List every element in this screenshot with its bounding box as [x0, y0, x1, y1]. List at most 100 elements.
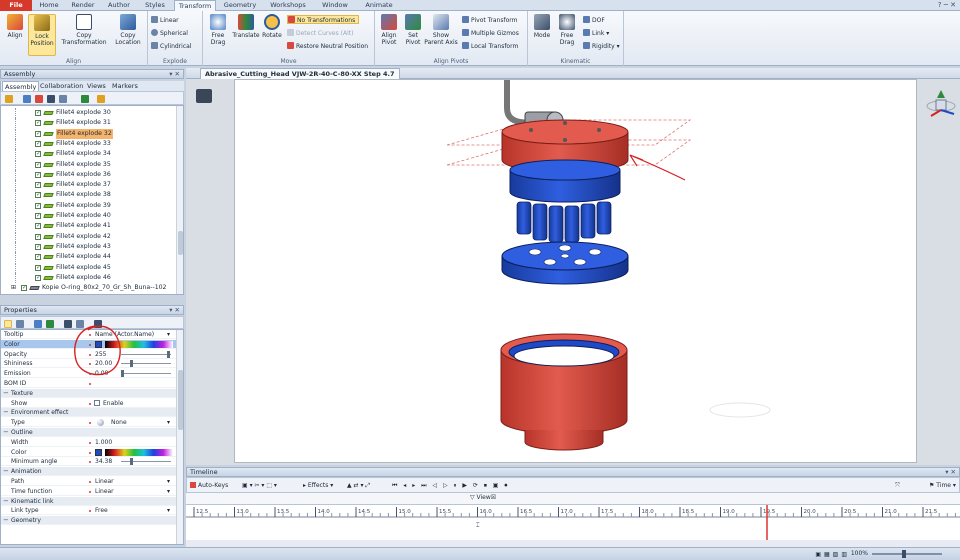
visibility-checkbox[interactable] [35, 170, 41, 180]
show-parent-axis-button[interactable]: Show Parent Axis [424, 14, 458, 46]
window-controls[interactable]: ? ─ ✕ [938, 1, 956, 9]
visibility-checkbox[interactable] [35, 180, 41, 190]
time-mode-button[interactable]: ⚑ Time ▾ [929, 481, 956, 491]
key-tools-icon[interactable]: ▣ ▾ ✂ ▾ ⬚ ▾ [242, 481, 277, 491]
tree-item[interactable]: Fillet4 explode 34 [1, 149, 177, 160]
property-category[interactable]: Texture [1, 388, 177, 398]
property-row[interactable]: Link type Free ▾ [1, 506, 177, 516]
filter-icon[interactable] [23, 95, 31, 103]
property-row[interactable]: Time function Linear ▾ [1, 487, 177, 496]
property-value[interactable]: None [111, 418, 127, 427]
tree-item[interactable]: Fillet4 explode 30 [1, 108, 177, 118]
translate-button[interactable]: Translate [232, 14, 260, 39]
view-marker[interactable]: ▽ View☒ [470, 494, 496, 501]
property-value[interactable]: Free [95, 506, 108, 515]
properties-pin-close-icon[interactable]: ▾ ✕ [169, 306, 180, 315]
property-row[interactable]: Type None ▾ [1, 418, 177, 428]
prop-refresh-icon[interactable] [46, 320, 54, 328]
move-tree-icon[interactable] [97, 95, 105, 103]
fit-timeline-icon[interactable]: ⤧ [895, 481, 900, 491]
property-slider[interactable] [121, 360, 171, 368]
link-tree-icon[interactable] [81, 95, 89, 103]
visibility-checkbox[interactable] [35, 211, 41, 221]
select-icon[interactable] [5, 95, 13, 103]
restore-neutral-button[interactable]: Restore Neutral Position [287, 42, 368, 51]
tab-collaboration[interactable]: Collaboration [38, 81, 85, 91]
visibility-checkbox[interactable] [35, 252, 41, 262]
color-swatch[interactable] [95, 448, 102, 456]
playback-controls[interactable]: ⏮ ◂ ▸ ⏭ ◁ ▷ ⏸ ▶ ⟳ ⏹ ▣ ⏺ [392, 481, 509, 491]
visibility-checkbox[interactable] [35, 118, 41, 128]
status-view-icons[interactable]: ▣▦▧▥ [815, 549, 850, 560]
align-pivot-button[interactable]: Align Pivot [377, 14, 401, 46]
visibility-checkbox[interactable] [35, 149, 41, 159]
visibility-checkbox[interactable] [35, 108, 41, 118]
visibility-checkbox[interactable] [35, 160, 41, 170]
rotate-button[interactable]: Rotate [260, 14, 284, 39]
tab-home[interactable]: Home [36, 0, 62, 11]
multiple-gizmos-button[interactable]: Multiple Gizmos [462, 29, 519, 38]
visibility-checkbox[interactable] [35, 129, 41, 139]
link-button[interactable]: Link ▾ [583, 29, 609, 38]
tab-views[interactable]: Views [85, 81, 108, 91]
copy-transformation-button[interactable]: Copy Transformation [58, 14, 110, 46]
visibility-checkbox[interactable] [35, 232, 41, 242]
visibility-checkbox[interactable] [35, 263, 41, 273]
tree-item-oring[interactable]: ⊞ Kopie O-ring_80x2_70_Gr_Sh_Buna--102 [1, 283, 177, 293]
property-value[interactable]: Linear [95, 487, 114, 496]
keyframe-tools-icon[interactable]: ▲ ⇄ ▾ ⤢ [347, 481, 370, 491]
timeline-scrollbar[interactable] [186, 540, 960, 547]
show-icon[interactable] [47, 95, 55, 103]
prop-filter-icon[interactable] [34, 320, 42, 328]
tree-item[interactable]: Fillet4 explode 32 [1, 128, 177, 139]
tab-geometry[interactable]: Geometry [222, 0, 258, 11]
tab-workshops[interactable]: Workshops [266, 0, 310, 11]
chevron-down-icon[interactable]: ▾ [167, 506, 170, 515]
property-value[interactable]: 1.000 [95, 438, 112, 447]
detect-curves-button[interactable]: Detect Curves (Alt) [287, 29, 353, 38]
property-row[interactable]: Width 1.000 [1, 438, 177, 447]
expand-icon[interactable]: ⊞ [11, 283, 16, 293]
property-value[interactable]: 34.38 [95, 457, 112, 466]
visibility-checkbox[interactable] [35, 273, 41, 283]
free-drag-button[interactable]: Free Drag [206, 14, 230, 46]
tab-animate[interactable]: Animate [360, 0, 398, 11]
tree-item[interactable]: Fillet4 explode 35 [1, 159, 177, 170]
tab-window[interactable]: Window [318, 0, 352, 11]
property-category[interactable]: Environment effect [1, 408, 177, 418]
rigidity-button[interactable]: Rigidity ▾ [583, 42, 620, 51]
tree-item[interactable]: Fillet4 explode 44 [1, 252, 177, 263]
effects-button[interactable]: ▸ Effects ▾ [303, 481, 333, 491]
list-icon[interactable] [59, 95, 67, 103]
view-cube-icon[interactable] [924, 88, 958, 120]
categorized-icon[interactable] [4, 320, 12, 328]
tree-item[interactable]: Fillet4 explode 46 [1, 272, 177, 283]
color-spectrum[interactable] [105, 448, 173, 456]
tab-render[interactable]: Render [68, 0, 98, 11]
property-slider[interactable] [121, 350, 171, 358]
camera-film-icon[interactable] [196, 89, 212, 103]
tree-item[interactable]: Fillet4 explode 31 [1, 118, 177, 129]
tree-item[interactable]: Fillet4 explode 42 [1, 231, 177, 242]
tab-file[interactable]: File [0, 0, 32, 11]
property-category[interactable]: Animation [1, 467, 177, 477]
slider-thumb[interactable] [167, 350, 170, 358]
zoom-slider[interactable] [872, 550, 942, 558]
property-row[interactable]: Minimum angle 34.38 [1, 457, 177, 467]
property-row[interactable]: Show Enable [1, 399, 177, 408]
tree-item[interactable]: Fillet4 explode 38 [1, 190, 177, 201]
visibility-checkbox[interactable] [21, 283, 27, 293]
enable-checkbox[interactable] [94, 399, 100, 406]
dof-button[interactable]: DOF [583, 16, 605, 25]
visibility-checkbox[interactable] [35, 139, 41, 149]
chevron-down-icon[interactable]: ▾ [167, 418, 170, 427]
zoom-slider-thumb[interactable] [902, 550, 906, 558]
visibility-checkbox[interactable] [35, 201, 41, 211]
tree-item[interactable]: Fillet4 explode 43 [1, 241, 177, 252]
chevron-down-icon[interactable]: ▾ [167, 487, 170, 496]
property-category[interactable]: Outline [1, 428, 177, 437]
visibility-checkbox[interactable] [35, 221, 41, 231]
tree-item[interactable]: Fillet4 explode 33 [1, 138, 177, 149]
tree-scroll-thumb[interactable] [178, 231, 183, 255]
pivot-transform-button[interactable]: Pivot Transform [462, 16, 517, 25]
